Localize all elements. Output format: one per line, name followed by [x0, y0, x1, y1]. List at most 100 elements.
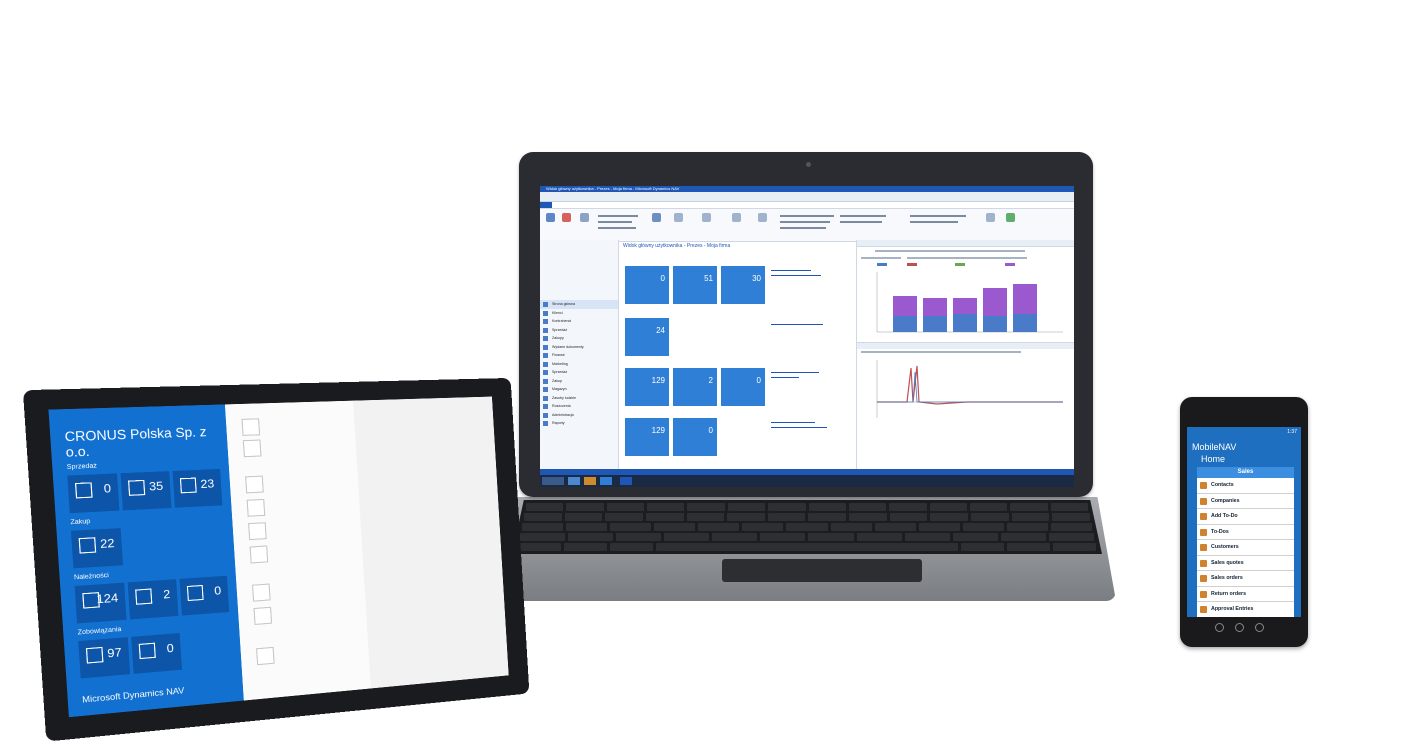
- user-icon[interactable]: [546, 213, 555, 222]
- phone-screen: 1:37 MobileNAV Home Sales Contacts Compa…: [1187, 427, 1301, 617]
- tab-file[interactable]: [540, 202, 552, 208]
- document-icon[interactable]: [245, 475, 264, 494]
- home-icon[interactable]: [1235, 623, 1244, 632]
- person-icon[interactable]: [242, 439, 262, 458]
- sales-quotes-icon: [1200, 559, 1207, 567]
- activity-tile[interactable]: 2: [673, 368, 717, 406]
- document-icon[interactable]: [248, 522, 267, 541]
- activity-tile[interactable]: 51: [673, 266, 717, 304]
- cue-tile[interactable]: 23: [172, 468, 223, 508]
- nav-item[interactable]: Marketing: [540, 360, 618, 369]
- back-icon[interactable]: [1215, 623, 1224, 632]
- cue-tile[interactable]: 0: [67, 473, 120, 514]
- cue-tile[interactable]: 2: [127, 579, 179, 620]
- page-heading: Widok główny użytkownika - Prezes - Moja…: [623, 243, 731, 249]
- nav-item[interactable]: Magazyn: [540, 385, 618, 394]
- tab-home[interactable]: [552, 202, 564, 208]
- nav-item[interactable]: Klienci: [540, 309, 618, 318]
- cue-tile[interactable]: 0: [131, 633, 182, 674]
- activity-tile[interactable]: 129: [625, 368, 669, 406]
- document-icon: [186, 584, 204, 602]
- cue-tile[interactable]: 124: [74, 582, 127, 624]
- document-icon[interactable]: [758, 213, 767, 222]
- document-icon[interactable]: [256, 646, 275, 666]
- phone: 1:37 MobileNAV Home Sales Contacts Compa…: [1180, 397, 1308, 647]
- document-icon[interactable]: [580, 213, 589, 222]
- nav-item[interactable]: Zakup: [540, 377, 618, 386]
- document-icon[interactable]: [702, 213, 711, 222]
- link[interactable]: [771, 270, 811, 271]
- document-icon[interactable]: [732, 213, 741, 222]
- cue-tile[interactable]: 35: [120, 471, 172, 511]
- person-icon[interactable]: [241, 418, 261, 436]
- ribbon: [540, 209, 1074, 242]
- cue-tile[interactable]: 97: [78, 637, 131, 679]
- return-orders-icon: [1200, 590, 1207, 598]
- tablet-screen: CRONUS Polska Sp. z o.o. Sprzedaż 0 35 2…: [48, 396, 509, 718]
- list-item[interactable]: Approval Entries: [1197, 602, 1294, 617]
- group-label: Należności: [73, 572, 110, 582]
- nav-item[interactable]: Kontrahenci: [540, 317, 618, 326]
- cue-tile[interactable]: 22: [70, 528, 124, 569]
- address-bar[interactable]: [540, 192, 1074, 202]
- nav-item[interactable]: Finanse: [540, 351, 618, 360]
- activity-tile[interactable]: 30: [721, 266, 765, 304]
- document-icon: [135, 588, 153, 605]
- document-icon: [74, 482, 93, 499]
- link[interactable]: [771, 324, 823, 325]
- list-item[interactable]: Sales quotes: [1197, 556, 1294, 571]
- tab-actions[interactable]: [564, 202, 576, 208]
- refresh-icon[interactable]: [1006, 213, 1015, 222]
- nav-item[interactable]: Roszczenia: [540, 402, 618, 411]
- line-chart: [876, 360, 1063, 418]
- company-name: CRONUS Polska Sp. z o.o.: [64, 424, 207, 461]
- cue-tile[interactable]: 0: [179, 575, 230, 616]
- link[interactable]: [771, 422, 815, 423]
- document-icon[interactable]: [246, 498, 266, 517]
- home-link[interactable]: Home: [1201, 454, 1225, 464]
- product-name: Microsoft Dynamics NAV: [81, 685, 185, 705]
- document-icon[interactable]: [251, 583, 271, 602]
- link[interactable]: [771, 427, 827, 428]
- document-icon[interactable]: [249, 545, 269, 564]
- nav-item[interactable]: Zakupy: [540, 334, 618, 343]
- add-todo-icon: [1200, 513, 1207, 520]
- nav-item[interactable]: Wydane dokumenty: [540, 343, 618, 352]
- list-item[interactable]: Companies: [1197, 494, 1294, 509]
- activity-tile[interactable]: 24: [625, 318, 669, 356]
- nav-item[interactable]: Strona główna: [540, 300, 618, 309]
- menu-list: Sales Contacts Companies Add To-Do To-Do…: [1197, 467, 1294, 617]
- tablet-detail-pane: [352, 396, 509, 689]
- nav-item[interactable]: Sprzedaż: [540, 368, 618, 377]
- nav-item[interactable]: Administracja: [540, 411, 618, 420]
- app-title: MobileNAV: [1192, 442, 1237, 452]
- document-icon[interactable]: [253, 606, 273, 625]
- list-item[interactable]: Add To-Do: [1197, 509, 1294, 525]
- activity-tile[interactable]: 0: [673, 418, 717, 456]
- activity-tile[interactable]: 0: [625, 266, 669, 304]
- report-icon[interactable]: [986, 213, 995, 222]
- nav-item[interactable]: Zasoby ludzkie: [540, 394, 618, 403]
- sales-orders-icon: [1200, 575, 1207, 582]
- list-item[interactable]: Customers: [1197, 540, 1294, 556]
- link[interactable]: [771, 377, 799, 378]
- link[interactable]: [771, 275, 821, 276]
- user-icon[interactable]: [562, 213, 571, 222]
- activity-tile[interactable]: 0: [721, 368, 765, 406]
- activity-tile[interactable]: 129: [625, 418, 669, 456]
- tablet: CRONUS Polska Sp. z o.o. Sprzedaż 0 35 2…: [22, 377, 530, 742]
- laptop-keyboard: [512, 500, 1102, 554]
- group-label: Zobowiązania: [77, 626, 122, 637]
- document-icon: [128, 479, 146, 496]
- list-item[interactable]: Return orders: [1197, 587, 1294, 602]
- document-icon[interactable]: [674, 213, 683, 222]
- search-icon[interactable]: [1255, 623, 1264, 632]
- tablet-menu: [224, 400, 372, 701]
- link[interactable]: [771, 372, 819, 373]
- list-item[interactable]: To-Dos: [1197, 525, 1294, 540]
- nav-item[interactable]: Sprzedaż: [540, 326, 618, 335]
- list-item[interactable]: Contacts: [1197, 478, 1294, 494]
- list-item[interactable]: Sales orders: [1197, 571, 1294, 587]
- nav-item[interactable]: Raporty: [540, 419, 618, 428]
- document-icon[interactable]: [652, 213, 661, 222]
